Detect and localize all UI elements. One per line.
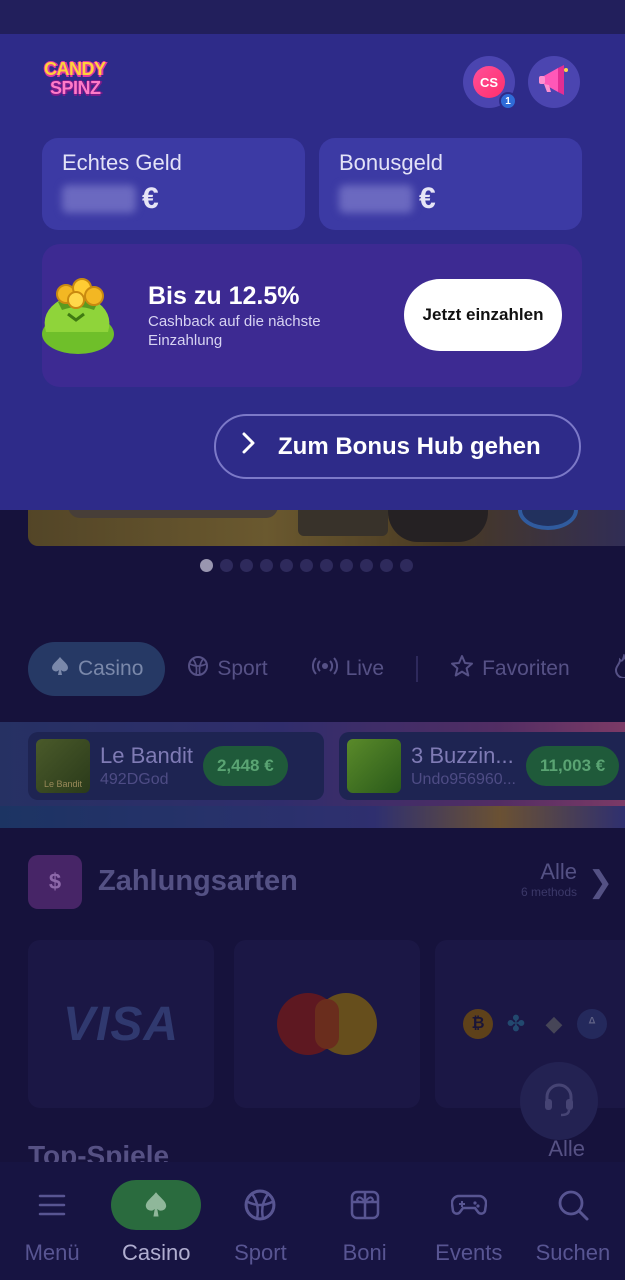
bonus-money-amount: € <box>339 182 562 216</box>
money-bag-icon <box>32 274 124 356</box>
nav-label: Casino <box>122 1240 191 1265</box>
cashback-title: Bis zu 12.5% <box>148 282 300 310</box>
winner-amount: 2,448 € <box>202 746 288 786</box>
status-bar <box>0 0 625 34</box>
cs-icon: CS <box>473 66 505 98</box>
deposit-now-button[interactable]: Jetzt einzahlen <box>404 279 562 351</box>
nav-search[interactable]: Suchen <box>521 1162 625 1280</box>
nav-events[interactable]: Events <box>417 1162 521 1280</box>
menu-icon <box>7 1180 97 1230</box>
nav-label: Suchen <box>535 1240 611 1265</box>
real-money-amount: € <box>62 182 285 216</box>
real-money-label: Echtes Geld <box>62 150 182 175</box>
bonus-hub-button[interactable]: Zum Bonus Hub gehen <box>214 414 581 479</box>
candy-spinz-logo[interactable]: CANDY SPINZ <box>44 60 118 102</box>
cashback-subtitle: Cashback auf die nächste Einzahlung <box>148 313 321 349</box>
megaphone-icon <box>534 60 574 105</box>
real-money-card[interactable]: Echtes Geld € <box>42 138 305 230</box>
winner-game: Le Bandit <box>100 743 193 768</box>
winner-user: Undo956960... <box>411 771 516 788</box>
cashback-offer-card: Bis zu 12.5% Cashback auf die nächste Ei… <box>42 244 582 387</box>
announcements-button[interactable] <box>528 56 580 108</box>
gamepad-icon <box>424 1180 514 1230</box>
candy-shop-button[interactable]: CS 1 <box>463 56 517 110</box>
game-thumbnail: Le Bandit <box>36 739 90 793</box>
winner-card[interactable]: 3 Buzzin... Undo956960... 11,003 € <box>339 732 625 800</box>
hidden-balance <box>62 185 136 213</box>
winner-card[interactable]: Le Bandit Le Bandit 492DGod 2,448 € <box>28 732 324 800</box>
nav-casino[interactable]: Casino <box>104 1162 208 1280</box>
nav-label: Menü <box>24 1240 80 1265</box>
nav-menu[interactable]: Menü <box>0 1162 104 1280</box>
ball-icon <box>215 1180 305 1230</box>
currency-symbol: € <box>419 182 436 215</box>
hidden-balance <box>339 185 413 213</box>
winner-amount: 11,003 € <box>525 746 620 786</box>
bonus-money-label: Bonusgeld <box>339 150 443 175</box>
nav-boni[interactable]: Boni <box>313 1162 417 1280</box>
account-panel: CANDY SPINZ CS 1 Echtes Geld € Bonusgeld… <box>0 0 625 510</box>
notification-badge: 1 <box>499 92 517 110</box>
winner-user: 492DGod <box>100 771 169 788</box>
gift-icon <box>320 1180 410 1230</box>
nav-sport[interactable]: Sport <box>208 1162 312 1280</box>
winner-game: 3 Buzzin... <box>411 743 514 768</box>
game-thumbnail <box>347 739 401 793</box>
chevron-right-icon <box>240 431 256 462</box>
nav-label: Events <box>435 1240 503 1265</box>
bonus-money-card[interactable]: Bonusgeld € <box>319 138 582 230</box>
bottom-navigation: Menü Casino Sport Boni Events Suchen <box>0 1162 625 1280</box>
bonus-hub-label: Zum Bonus Hub gehen <box>278 432 541 460</box>
nav-label: Boni <box>342 1240 387 1265</box>
currency-symbol: € <box>142 182 159 215</box>
spade-icon <box>111 1180 202 1230</box>
nav-label: Sport <box>234 1240 287 1265</box>
search-icon <box>528 1180 618 1230</box>
